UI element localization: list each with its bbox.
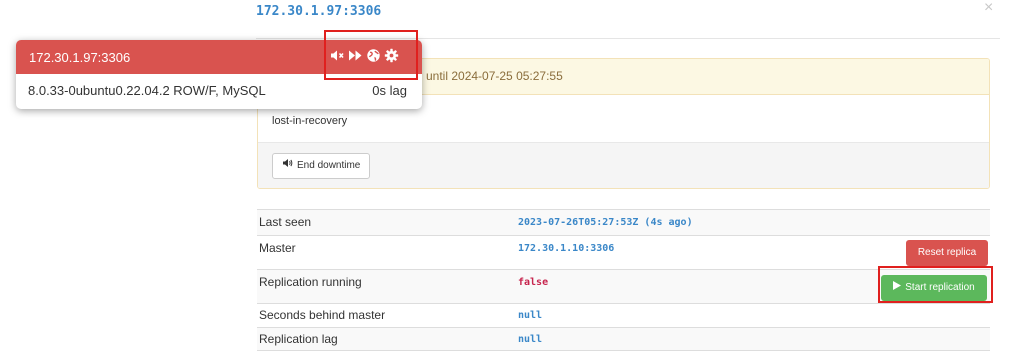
popover-title: 172.30.1.97:3306 — [29, 50, 131, 65]
instance-details-table: Last seen 2023-07-26T05:27:53Z (4s ago) … — [257, 209, 990, 351]
downtime-reason: lost-in-recovery — [272, 115, 348, 127]
fast-forward-icon[interactable] — [348, 48, 363, 63]
row-value: 2023-07-26T05:27:53Z (4s ago) — [518, 217, 693, 228]
globe-icon[interactable] — [366, 48, 381, 63]
gear-icon[interactable] — [384, 48, 399, 63]
row-label: Replication lag — [259, 332, 338, 346]
play-icon — [893, 275, 902, 301]
end-downtime-label: End downtime — [297, 160, 361, 171]
reset-replica-button[interactable]: Reset replica — [906, 240, 988, 266]
popover-version: 8.0.33-0ubuntu0.22.04.2 ROW/F, MySQL — [28, 83, 266, 98]
popover-lag: 0s lag — [372, 83, 407, 98]
header-divider — [256, 38, 1000, 39]
speaker-icon — [282, 154, 293, 178]
popover-icons — [330, 48, 399, 63]
instance-popover: 172.30.1.97:3306 8.0.33-0ubuntu0.22.04.2… — [16, 40, 422, 109]
row-label: Last seen — [259, 215, 312, 229]
modal-title: 172.30.1.97:3306 — [256, 4, 382, 19]
end-downtime-button[interactable]: End downtime — [272, 153, 371, 179]
popover-body: 8.0.33-0ubuntu0.22.04.2 ROW/F, MySQL 0s … — [16, 74, 422, 109]
row-value: false — [518, 277, 549, 288]
table-row: Replication lag null — [257, 327, 990, 351]
table-row: Master 172.30.1.10:3306 Reset replica — [257, 235, 990, 269]
row-label: Replication running — [259, 275, 362, 289]
row-label: Master — [259, 241, 296, 255]
row-label: Seconds behind master — [259, 308, 386, 322]
table-row: Seconds behind master null — [257, 303, 990, 327]
row-value: null — [518, 334, 543, 345]
table-row: Last seen 2023-07-26T05:27:53Z (4s ago) — [257, 209, 990, 235]
muted-speaker-icon[interactable] — [330, 48, 345, 63]
start-replication-label: Start replication — [905, 282, 975, 293]
downtime-until-text: until 2024-07-25 05:27:55 — [426, 69, 563, 83]
table-row: Replication running false Start replicat… — [257, 269, 990, 303]
row-value: null — [518, 310, 543, 321]
start-replication-button[interactable]: Start replication — [881, 275, 987, 301]
downtime-footer: End downtime — [258, 142, 989, 188]
popover-header: 172.30.1.97:3306 — [16, 40, 422, 74]
master-link[interactable]: 172.30.1.10:3306 — [518, 243, 614, 254]
close-icon[interactable]: × — [984, 0, 993, 16]
